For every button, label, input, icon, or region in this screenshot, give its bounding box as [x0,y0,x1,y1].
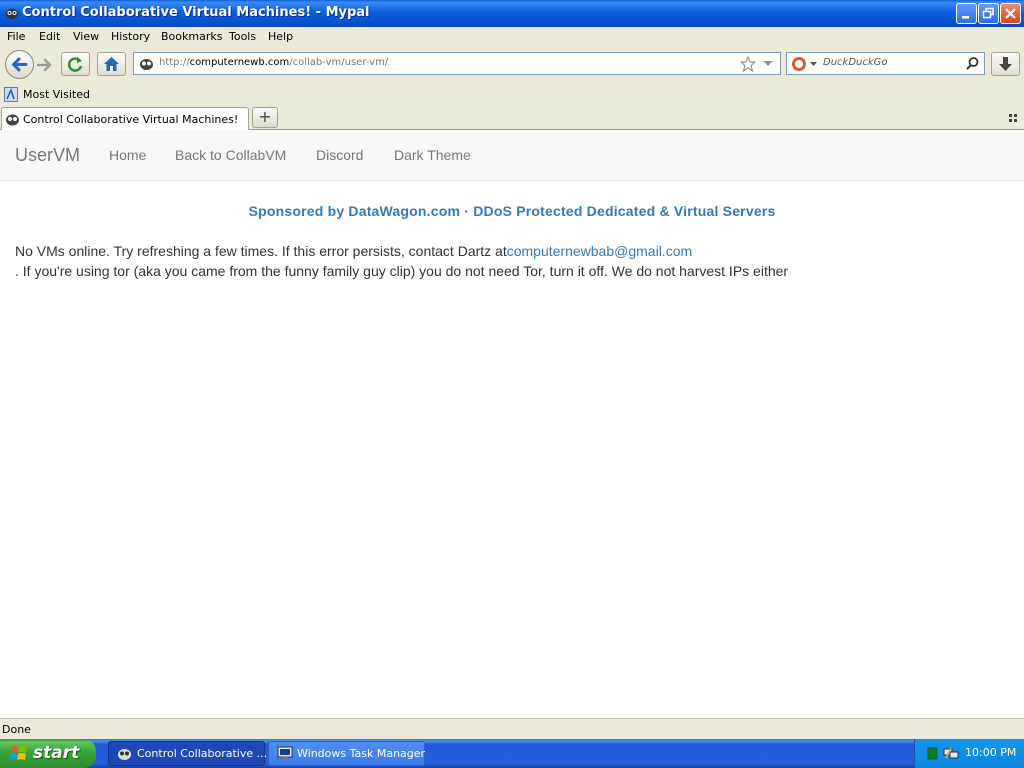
site-brand[interactable]: UserVM [15,145,80,166]
tab-favicon-icon [6,114,19,126]
site-navbar: UserVM Home Back to CollabVM Discord Dar… [0,130,1024,181]
tor-notice: . If you're using tor (aka you came from… [15,263,789,279]
menu-history[interactable]: History [111,30,150,43]
windows-logo-icon [10,746,27,760]
menu-view[interactable]: View [73,30,99,43]
restore-button[interactable] [978,3,999,24]
close-button[interactable] [1000,3,1021,24]
taskbar-item-label: Control Collaborative ... [137,747,268,760]
network-icon[interactable] [943,746,959,761]
back-arrow-icon [12,57,28,72]
new-tab-button[interactable]: + [252,107,278,128]
reload-button[interactable] [61,52,90,76]
system-tray: 10:00 PM [914,739,1024,768]
taskbar-item-label: Windows Task Manager [297,747,426,760]
nav-home[interactable]: Home [109,147,146,163]
tab-bar: Control Collaborative Virtual Machines! … [0,106,1024,130]
tab-active[interactable]: Control Collaborative Virtual Machines! [1,107,249,130]
start-button[interactable]: start [0,739,96,768]
window-title-bar[interactable]: Control Collaborative Virtual Machines! … [0,0,1024,27]
close-icon [1005,8,1016,19]
plus-icon: + [258,107,272,126]
start-label: start [33,743,80,763]
tray-app-icon[interactable] [927,747,938,760]
search-engine-label: DuckDuckGo [823,57,888,68]
reload-icon [67,57,83,72]
home-button[interactable] [97,52,126,76]
contact-email-link[interactable]: computernewbab@gmail.com [507,243,692,259]
taskbar: start Control Collaborative ... Windows … [0,739,1024,768]
minimize-icon [962,16,969,19]
download-arrow-icon [999,57,1012,71]
forward-button[interactable] [35,55,55,75]
most-visited-icon [4,87,18,102]
search-bar[interactable]: DuckDuckGo [786,52,985,75]
menu-edit[interactable]: Edit [39,30,60,43]
nav-discord[interactable]: Discord [316,147,363,163]
clock: 10:00 PM [965,746,1017,759]
status-text: Done [2,723,31,736]
tab-list-icon[interactable] [1009,113,1019,123]
page-content: UserVM Home Back to CollabVM Discord Dar… [0,130,1024,718]
engine-dropdown-icon[interactable] [810,62,817,67]
status-bar: Done [0,718,1024,739]
minimize-button[interactable] [956,3,977,24]
menu-help[interactable]: Help [268,30,293,43]
back-button[interactable] [5,50,34,79]
menu-bookmarks[interactable]: Bookmarks [161,30,222,43]
nav-back-to-collabvm[interactable]: Back to CollabVM [175,147,286,163]
navigation-toolbar: http://computernewb.com/collab-vm/user-v… [0,47,1024,84]
menu-tools[interactable]: Tools [229,30,256,43]
duckduckgo-icon [792,57,806,71]
downloads-button[interactable] [991,52,1020,76]
search-icon[interactable] [965,56,980,71]
nav-dark-theme[interactable]: Dark Theme [394,147,471,163]
home-icon [104,57,119,71]
url-dropdown-icon[interactable] [762,60,774,68]
site-identity-icon [140,59,153,70]
sponsor-banner-link[interactable]: Sponsored by DataWagon.com · DDoS Protec… [0,203,1024,219]
forward-arrow-icon [36,58,52,72]
bookmarks-toolbar: Most Visited [0,84,1024,106]
app-icon [5,6,19,20]
tab-label: Control Collaborative Virtual Machines! [23,113,239,126]
menu-bar: File Edit View History Bookmarks Tools H… [0,27,1024,47]
error-text: No VMs online. Try refreshing a few time… [15,243,507,259]
bookmark-star-icon[interactable] [740,56,756,72]
window-title: Control Collaborative Virtual Machines! … [22,5,370,20]
taskbar-item-browser[interactable]: Control Collaborative ... [108,741,268,766]
error-message: No VMs online. Try refreshing a few time… [15,243,692,259]
most-visited-label: Most Visited [23,88,90,101]
restore-icon [982,7,994,19]
menu-file[interactable]: File [7,30,25,43]
address-bar[interactable]: http://computernewb.com/collab-vm/user-v… [133,52,781,75]
task-manager-icon [277,746,293,760]
taskbar-item-task-manager[interactable]: Windows Task Manager [268,741,425,766]
browser-task-icon [118,749,131,760]
address-url: http://computernewb.com/collab-vm/user-v… [159,57,389,68]
